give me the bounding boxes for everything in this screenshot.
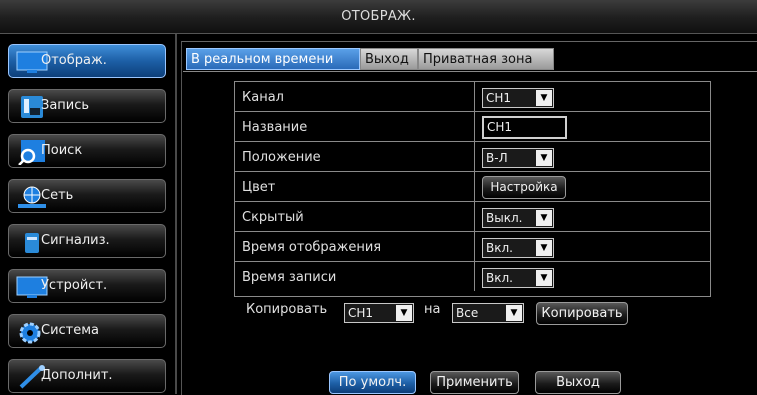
sidebar-item-record[interactable]: Запись xyxy=(8,89,166,123)
apply-button[interactable]: Применить xyxy=(430,371,519,394)
sidebar-item-label: Запись xyxy=(41,98,90,113)
tab-output[interactable]: Выход xyxy=(360,48,418,70)
exit-button[interactable]: Выход xyxy=(535,371,621,394)
copy-label: Копировать xyxy=(246,302,328,317)
table-row: Время отображения Вкл. ▼ xyxy=(235,232,710,262)
sidebar-item-search[interactable]: Поиск xyxy=(8,134,166,168)
sidebar: Отображ. Запись Поиск Сеть Сигнализ. Уст… xyxy=(0,34,175,394)
chevron-down-icon: ▼ xyxy=(506,305,522,321)
sidebar-item-label: Устройст. xyxy=(41,278,108,293)
select-value: CH1 xyxy=(486,91,512,105)
name-field[interactable]: CH1 xyxy=(482,116,567,139)
sidebar-item-advanced[interactable]: Дополнит. xyxy=(8,359,166,393)
sidebar-item-label: Поиск xyxy=(41,143,83,158)
sidebar-item-network[interactable]: Сеть xyxy=(8,179,166,213)
sidebar-divider xyxy=(175,34,177,394)
copy-to-select[interactable]: Все ▼ xyxy=(452,303,524,323)
record-time-select[interactable]: Вкл. ▼ xyxy=(482,268,554,288)
row-label: Название xyxy=(235,112,475,141)
chevron-down-icon: ▼ xyxy=(536,90,552,106)
chevron-down-icon: ▼ xyxy=(396,305,412,321)
select-value: В-Л xyxy=(486,151,508,165)
sidebar-item-label: Сигнализ. xyxy=(41,233,110,248)
window-title: ОТОБРАЖ. xyxy=(0,0,757,34)
settings-table: Канал CH1 ▼ Название CH1 Положение В-Л ▼… xyxy=(234,81,711,297)
sidebar-item-label: Отображ. xyxy=(41,53,107,68)
sidebar-item-label: Сеть xyxy=(41,188,74,203)
copy-from-select[interactable]: CH1 ▼ xyxy=(344,303,414,323)
default-button[interactable]: По умолч. xyxy=(329,371,416,394)
table-row: Время записи Вкл. ▼ xyxy=(235,262,710,292)
tab-privacy-zone[interactable]: Приватная зона xyxy=(418,48,554,70)
select-value: Вкл. xyxy=(486,241,513,255)
row-label: Скрытый xyxy=(235,202,475,231)
row-label: Время записи xyxy=(235,262,475,291)
tab-live[interactable]: В реальном времени xyxy=(186,48,360,70)
row-label: Положение xyxy=(235,142,475,171)
sidebar-item-alarm[interactable]: Сигнализ. xyxy=(8,224,166,258)
display-time-select[interactable]: Вкл. ▼ xyxy=(482,238,554,258)
row-label: Канал xyxy=(235,82,475,111)
sidebar-item-display[interactable]: Отображ. xyxy=(8,44,166,78)
sidebar-item-device[interactable]: Устройст. xyxy=(8,269,166,303)
chevron-down-icon: ▼ xyxy=(536,210,552,226)
chevron-down-icon: ▼ xyxy=(536,150,552,166)
sidebar-item-system[interactable]: Система xyxy=(8,314,166,348)
position-select[interactable]: В-Л ▼ xyxy=(482,148,554,168)
table-row: Канал CH1 ▼ xyxy=(235,82,710,112)
select-value: Выкл. xyxy=(486,211,523,225)
table-row: Положение В-Л ▼ xyxy=(235,142,710,172)
row-label: Время отображения xyxy=(235,232,475,261)
chevron-down-icon: ▼ xyxy=(536,270,552,286)
chevron-down-icon: ▼ xyxy=(536,240,552,256)
sidebar-item-label: Система xyxy=(41,323,100,338)
hidden-select[interactable]: Выкл. ▼ xyxy=(482,208,554,228)
select-value: CH1 xyxy=(348,306,374,320)
copy-to-label: на xyxy=(424,302,441,317)
copy-button[interactable]: Копировать xyxy=(536,302,628,325)
table-row: Скрытый Выкл. ▼ xyxy=(235,202,710,232)
row-label: Цвет xyxy=(235,172,475,201)
channel-select[interactable]: CH1 ▼ xyxy=(482,88,554,108)
tab-underline xyxy=(183,71,757,72)
select-value: Вкл. xyxy=(486,271,513,285)
sidebar-item-label: Дополнит. xyxy=(41,368,113,383)
select-value: Все xyxy=(456,306,479,320)
table-row: Название CH1 xyxy=(235,112,710,142)
color-setup-button[interactable]: Настройка xyxy=(482,176,566,199)
table-row: Цвет Настройка xyxy=(235,172,710,202)
